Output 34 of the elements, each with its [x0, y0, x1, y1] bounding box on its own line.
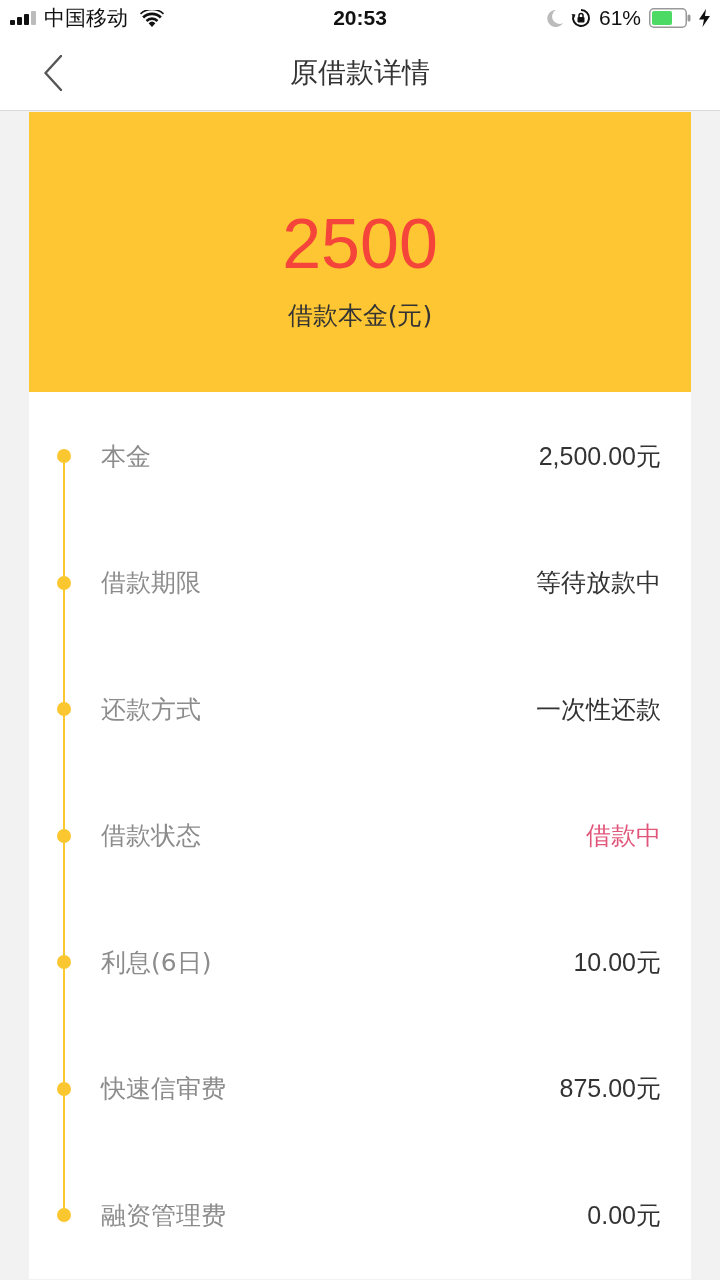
detail-value: 2,500.00元: [538, 440, 661, 472]
detail-value: 0.00元: [587, 1199, 661, 1231]
detail-label: 还款方式: [101, 693, 202, 726]
timeline-dot-icon: [56, 1081, 71, 1096]
timeline-dot-icon: [56, 575, 71, 590]
signal-icon: [10, 11, 38, 25]
detail-value: 借款中: [586, 820, 661, 852]
back-chevron-icon: [44, 55, 62, 91]
detail-label: 本金: [101, 440, 152, 473]
detail-label: 利息(6日): [101, 946, 213, 979]
moon-icon: [546, 9, 563, 27]
timeline-dot-icon: [56, 955, 71, 970]
detail-value: 875.00元: [559, 1073, 661, 1105]
detail-label: 快速信审费: [101, 1073, 227, 1106]
loan-amount-label: 借款本金(元): [287, 300, 433, 332]
timeline-dot-icon: [56, 828, 71, 843]
carrier-name: 中国移动: [44, 5, 128, 31]
detail-value: 10.00元: [573, 946, 661, 978]
battery-percent: 61%: [598, 6, 641, 30]
rotation-lock-icon: [570, 8, 591, 28]
page-title: 原借款详情: [290, 55, 430, 91]
detail-label: 借款期限: [101, 567, 202, 600]
timeline-dot-icon: [56, 449, 71, 464]
loan-amount: 2500: [282, 204, 438, 279]
charging-bolt-icon: [699, 9, 710, 27]
detail-value: 一次性还款: [536, 693, 661, 725]
timeline-dot-icon: [56, 1208, 71, 1223]
battery-icon: [649, 8, 691, 28]
status-time: 20:53: [333, 6, 387, 30]
wifi-icon: [140, 9, 164, 27]
timeline-dot-icon: [56, 702, 71, 717]
detail-value: 等待放款中: [536, 567, 661, 599]
detail-label: 借款状态: [101, 820, 202, 853]
detail-label: 融资管理费: [101, 1199, 227, 1232]
